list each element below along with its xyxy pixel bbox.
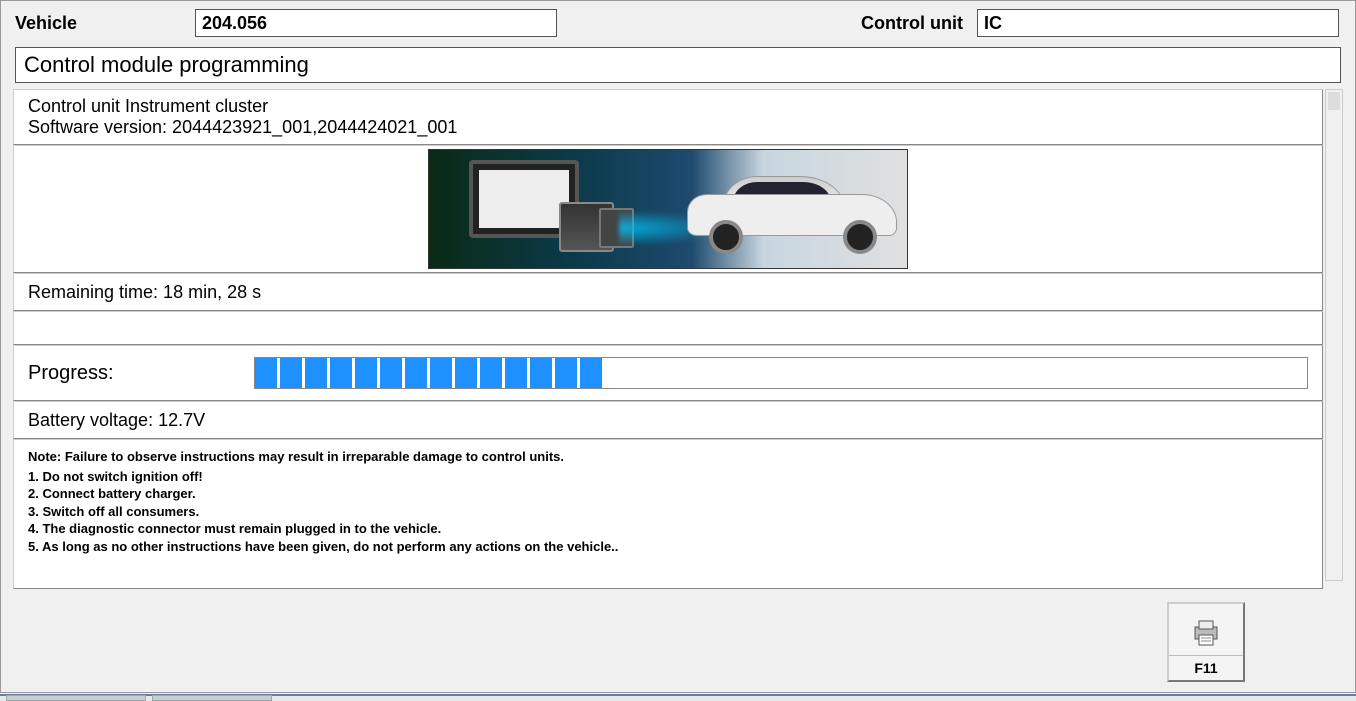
header-row: Vehicle 204.056 Control unit IC [1,1,1355,43]
app-window: Vehicle 204.056 Control unit IC Control … [0,0,1356,693]
section-title: Control module programming [15,47,1341,83]
battery-text: Battery voltage: 12.7V [28,410,205,431]
diagnostic-hero-image [428,149,908,269]
note-item: 5. As long as no other instructions have… [28,538,1308,556]
printer-icon [1189,610,1223,655]
warning-notes-panel: Note: Failure to observe instructions ma… [13,439,1323,589]
progress-segment [455,358,477,388]
taskbar [0,694,1356,701]
taskbar-tab[interactable] [6,695,146,701]
note-item: 1. Do not switch ignition off! [28,468,1308,486]
progress-segment [330,358,352,388]
vehicle-field[interactable]: 204.056 [195,9,557,37]
footer-buttons: F11 [1167,602,1245,682]
remaining-time-panel: Remaining time: 18 min, 28 s [13,273,1323,311]
progress-segment [305,358,327,388]
note-header: Note: Failure to observe instructions ma… [28,448,1308,466]
info-panel: Control unit Instrument cluster Software… [13,89,1323,145]
progress-segment [505,358,527,388]
progress-segment [580,358,602,388]
control-unit-name: Control unit Instrument cluster [28,96,1308,117]
empty-status-panel [13,311,1323,345]
control-unit-label: Control unit [861,13,963,34]
hero-image-panel [13,145,1323,273]
note-item: 2. Connect battery charger. [28,485,1308,503]
f11-label: F11 [1169,655,1243,676]
progress-segment [530,358,552,388]
note-item: 3. Switch off all consumers. [28,503,1308,521]
vehicle-label: Vehicle [15,13,185,34]
scrollbar[interactable] [1325,89,1343,581]
note-item: 4. The diagnostic connector must remain … [28,520,1308,538]
progress-segment [255,358,277,388]
content-area: Control unit Instrument cluster Software… [13,89,1343,581]
scroll-thumb[interactable] [1328,92,1340,110]
battery-panel: Battery voltage: 12.7V [13,401,1323,439]
progress-segment [380,358,402,388]
progress-segment [480,358,502,388]
taskbar-tab[interactable] [152,695,272,701]
remaining-time-text: Remaining time: 18 min, 28 s [28,282,261,303]
progress-segment [430,358,452,388]
software-version: Software version: 2044423921_001,2044424… [28,117,1308,138]
print-button[interactable]: F11 [1167,602,1245,682]
progress-panel: Progress: [13,345,1323,401]
progress-label: Progress: [28,362,114,385]
progress-segment [280,358,302,388]
progress-segment [555,358,577,388]
control-unit-field[interactable]: IC [977,9,1339,37]
progress-segment [405,358,427,388]
progress-segment [355,358,377,388]
progress-bar [254,357,1308,389]
car-icon [687,172,897,252]
